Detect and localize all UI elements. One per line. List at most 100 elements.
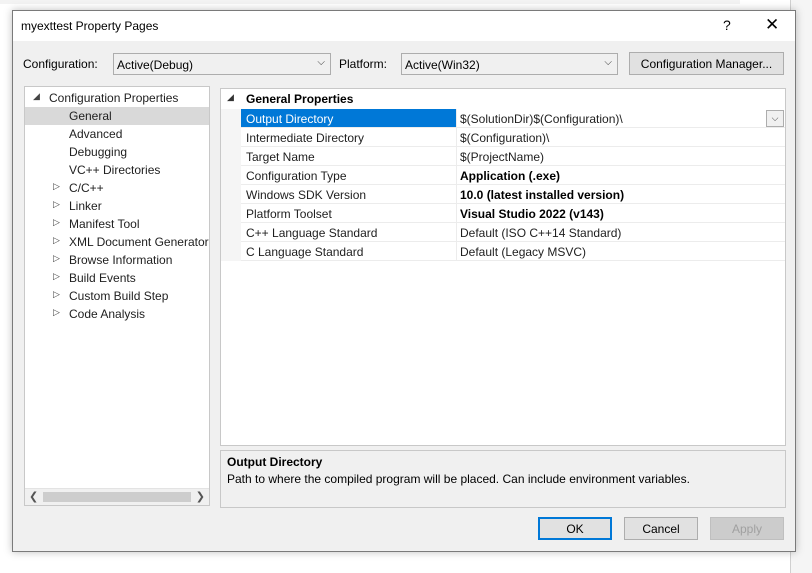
- chevron-down-icon: ⌵: [604, 57, 612, 68]
- property-value-cell[interactable]: Default (Legacy MSVC): [457, 242, 785, 261]
- chevron-down-icon: ⌵: [317, 57, 325, 68]
- property-value-cell[interactable]: $(Configuration)\: [457, 128, 785, 147]
- property-name: Configuration Type: [246, 169, 347, 183]
- tree-item-label: Custom Build Step: [69, 289, 169, 303]
- property-grid: ◢ General Properties Output Directory $(S…: [220, 88, 786, 446]
- section-title: General Properties: [246, 92, 354, 106]
- property-name: Target Name: [246, 150, 315, 164]
- property-name-cell[interactable]: Output Directory: [241, 109, 457, 128]
- cancel-button[interactable]: Cancel: [624, 517, 698, 540]
- tree-item-label: Code Analysis: [69, 307, 146, 321]
- property-row[interactable]: Platform Toolset Visual Studio 2022 (v143…: [221, 204, 785, 223]
- scroll-right-icon[interactable]: ❯: [196, 490, 205, 503]
- scrollbar-thumb[interactable]: [43, 492, 191, 502]
- property-value: 10.0 (latest installed version): [460, 188, 625, 202]
- description-text: Path to where the compiled program will …: [227, 472, 690, 486]
- collapse-triangle-icon[interactable]: ◢: [227, 92, 234, 103]
- apply-button[interactable]: Apply: [710, 517, 784, 540]
- description-pane: Output Directory Path to where the compi…: [220, 450, 786, 508]
- configuration-manager-label: Configuration Manager...: [640, 57, 773, 71]
- tree-item-label: Configuration Properties: [49, 91, 179, 105]
- row-gutter: [221, 223, 241, 242]
- dialog-title: myexttest Property Pages: [21, 19, 159, 33]
- platform-label: Platform:: [339, 57, 388, 71]
- property-value: $(SolutionDir)$(Configuration)\: [460, 112, 623, 126]
- property-value-cell[interactable]: $(SolutionDir)$(Configuration)\: [457, 109, 785, 128]
- background-window-edge: [0, 0, 740, 4]
- row-gutter: [221, 204, 241, 223]
- scroll-left-icon[interactable]: ❮: [29, 490, 38, 503]
- expand-triangle-icon[interactable]: ▷: [53, 289, 60, 300]
- cancel-label: Cancel: [642, 522, 680, 536]
- property-value: $(ProjectName): [460, 150, 545, 164]
- expand-triangle-icon[interactable]: ▷: [53, 271, 60, 282]
- property-name-cell[interactable]: Intermediate Directory: [241, 128, 457, 147]
- help-button[interactable]: ?: [723, 17, 731, 33]
- configuration-value: Active(Debug): [117, 58, 194, 72]
- property-name: Output Directory: [246, 112, 334, 126]
- property-row[interactable]: Configuration Type Application (.exe): [221, 166, 785, 185]
- expand-triangle-icon[interactable]: ▷: [53, 199, 60, 210]
- platform-value: Active(Win32): [405, 58, 480, 72]
- property-name-cell[interactable]: Windows SDK Version: [241, 185, 457, 204]
- property-name: Windows SDK Version: [246, 188, 367, 202]
- property-value-cell[interactable]: Visual Studio 2022 (v143): [457, 204, 785, 223]
- property-name-cell[interactable]: Target Name: [241, 147, 457, 166]
- platform-combo[interactable]: Active(Win32) ⌵: [401, 53, 618, 75]
- property-value-cell[interactable]: 10.0 (latest installed version): [457, 185, 785, 204]
- tree-item-general[interactable]: General: [25, 107, 209, 125]
- property-name-cell[interactable]: Configuration Type: [241, 166, 457, 185]
- property-row[interactable]: Intermediate Directory $(Configuration)\: [221, 128, 785, 147]
- property-value: Visual Studio 2022 (v143): [460, 207, 604, 221]
- expand-triangle-icon[interactable]: ▷: [53, 217, 60, 228]
- section-header-general-properties[interactable]: ◢ General Properties: [221, 89, 785, 108]
- tree-item-label: Advanced: [69, 127, 123, 141]
- expand-triangle-icon[interactable]: ▷: [53, 181, 60, 192]
- value-dropdown-button[interactable]: ⌵: [766, 110, 784, 127]
- property-row[interactable]: Output Directory $(SolutionDir)$(Configur…: [221, 109, 785, 128]
- property-row[interactable]: C Language Standard Default (Legacy MSVC): [221, 242, 785, 261]
- property-row[interactable]: C++ Language Standard Default (ISO C++14 …: [221, 223, 785, 242]
- tree-item-label: Browse Information: [69, 253, 173, 267]
- property-value: Application (.exe): [460, 169, 561, 183]
- configuration-combo[interactable]: Active(Debug) ⌵: [113, 53, 331, 75]
- property-value-cell[interactable]: $(ProjectName): [457, 147, 785, 166]
- tree-item-label: Build Events: [69, 271, 136, 285]
- property-name: C Language Standard: [246, 245, 364, 259]
- property-value-cell[interactable]: Default (ISO C++14 Standard): [457, 223, 785, 242]
- category-tree[interactable]: ◢ Configuration Properties General Advanc…: [24, 86, 210, 506]
- close-button[interactable]: ✕: [765, 15, 779, 35]
- property-value: $(Configuration)\: [460, 131, 550, 145]
- property-row[interactable]: Windows SDK Version 10.0 (latest installe…: [221, 185, 785, 204]
- description-title: Output Directory: [227, 455, 323, 469]
- property-value-cell[interactable]: Application (.exe): [457, 166, 785, 185]
- tree-item-label: Linker: [69, 199, 102, 213]
- row-gutter: [221, 166, 241, 185]
- property-name-cell[interactable]: C++ Language Standard: [241, 223, 457, 242]
- tree-item-label: General: [69, 109, 112, 123]
- property-row[interactable]: Target Name $(ProjectName): [221, 147, 785, 166]
- expand-triangle-icon[interactable]: ▷: [53, 235, 60, 246]
- tree-item-label: C/C++: [69, 181, 104, 195]
- row-gutter: [221, 147, 241, 166]
- property-value: Default (Legacy MSVC): [460, 245, 587, 259]
- property-name-cell[interactable]: C Language Standard: [241, 242, 457, 261]
- property-value: Default (ISO C++14 Standard): [460, 226, 622, 240]
- row-gutter: [221, 128, 241, 147]
- row-gutter: [221, 242, 241, 261]
- expand-triangle-icon[interactable]: ▷: [53, 253, 60, 264]
- tree-item-label: Debugging: [69, 145, 128, 159]
- collapse-triangle-icon[interactable]: ◢: [33, 91, 40, 102]
- property-name-cell[interactable]: Platform Toolset: [241, 204, 457, 223]
- configuration-manager-button[interactable]: Configuration Manager...: [629, 52, 784, 75]
- tree-horizontal-scrollbar[interactable]: ❮ ❯: [25, 488, 209, 505]
- property-pages-dialog: myexttest Property Pages ? ✕ Configurati…: [12, 10, 796, 552]
- ok-button[interactable]: OK: [538, 517, 612, 540]
- apply-label: Apply: [731, 522, 763, 536]
- expand-triangle-icon[interactable]: ▷: [53, 307, 60, 318]
- property-name: Platform Toolset: [246, 207, 332, 221]
- property-name: C++ Language Standard: [246, 226, 378, 240]
- row-gutter: [221, 109, 241, 128]
- title-bar: myexttest Property Pages ? ✕: [13, 11, 795, 41]
- configuration-label: Configuration:: [23, 57, 98, 71]
